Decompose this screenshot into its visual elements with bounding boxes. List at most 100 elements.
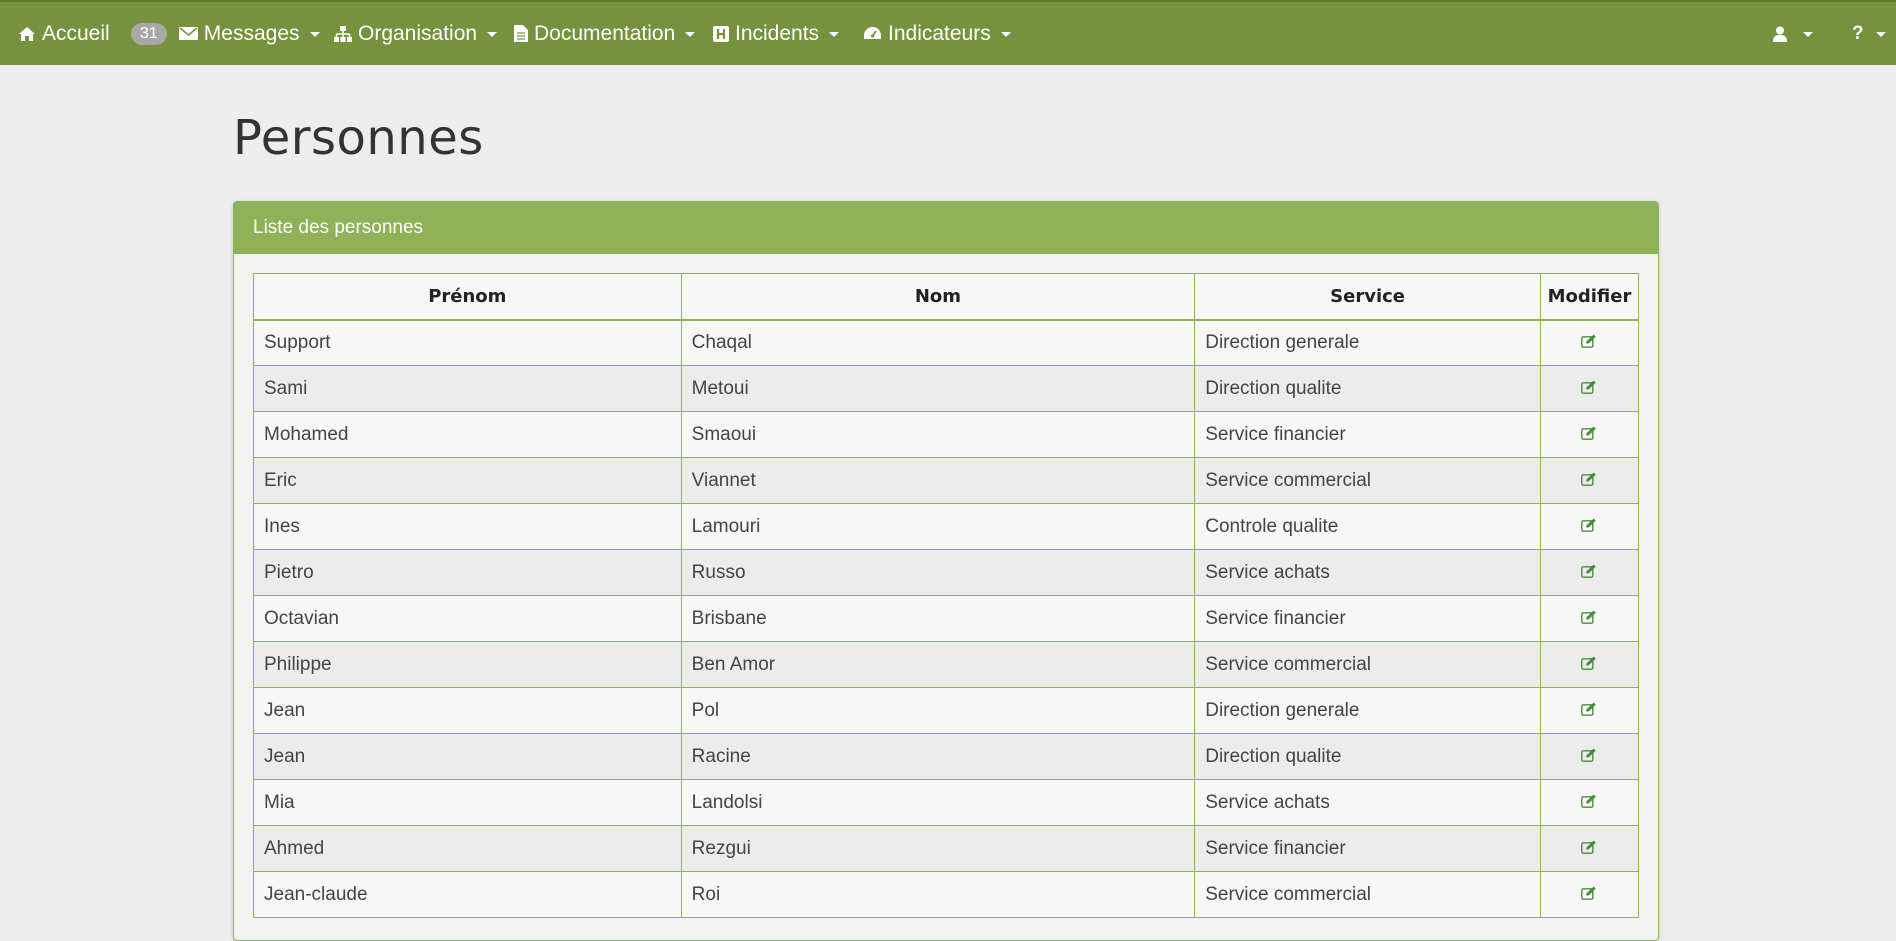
edit-icon[interactable]	[1581, 884, 1597, 906]
messages-count-badge: 31	[131, 22, 167, 45]
edit-icon[interactable]	[1581, 654, 1597, 676]
cell-prenom: Philippe	[253, 641, 682, 688]
home-icon	[19, 26, 35, 41]
edit-icon[interactable]	[1581, 562, 1597, 584]
cell-nom: Russo	[680, 549, 1196, 596]
dashboard-icon	[864, 27, 881, 39]
nav-indicateurs[interactable]: Indicateurs	[863, 2, 1011, 65]
cell-nom: Rezgui	[680, 825, 1196, 872]
chevron-down-icon	[309, 32, 320, 37]
nav-documentation-label: Documentation	[534, 21, 676, 45]
table-row: Jean-claude Roi Service commercial	[253, 871, 1640, 918]
cell-prenom: Mohamed	[253, 411, 682, 458]
cell-modifier	[1539, 503, 1640, 550]
chevron-down-icon	[1875, 32, 1886, 37]
nav-incidents[interactable]: Incidents	[713, 2, 840, 65]
cell-modifier	[1539, 779, 1640, 826]
cell-prenom: Mia	[253, 779, 682, 826]
table-row: Mohamed Smaoui Service financier	[253, 411, 1640, 458]
cell-modifier	[1539, 319, 1640, 366]
chevron-down-icon	[1803, 32, 1813, 37]
table-row: Jean Pol Direction generale	[253, 687, 1640, 734]
column-header-service[interactable]: Service	[1194, 273, 1541, 321]
cell-modifier	[1539, 457, 1640, 504]
cell-nom: Landolsi	[680, 779, 1196, 826]
cell-modifier	[1539, 641, 1640, 688]
chevron-down-icon	[487, 32, 498, 37]
edit-icon[interactable]	[1581, 792, 1597, 814]
nav-help-menu[interactable]: ?	[1852, 2, 1886, 65]
cell-nom: Lamouri	[680, 503, 1196, 550]
cell-prenom: Ahmed	[253, 825, 682, 872]
cell-modifier	[1539, 825, 1640, 872]
panel-heading: Liste des personnes	[234, 202, 1658, 254]
table-row: Sami Metoui Direction qualite	[253, 365, 1640, 412]
cell-modifier	[1539, 871, 1640, 918]
persons-table: Prénom Nom Service Modifier Support Chaqa…	[253, 273, 1640, 918]
question-icon: ?	[1852, 22, 1864, 44]
cell-prenom: Sami	[253, 365, 682, 412]
edit-icon[interactable]	[1581, 378, 1597, 400]
edit-icon[interactable]	[1581, 608, 1597, 630]
cell-nom: Smaoui	[680, 411, 1196, 458]
nav-organisation[interactable]: Organisation	[334, 2, 498, 65]
cell-prenom: Jean	[253, 733, 682, 780]
cell-prenom: Eric	[253, 457, 682, 504]
cell-service: Service achats	[1194, 549, 1541, 596]
edit-icon[interactable]	[1581, 838, 1597, 860]
sitemap-icon	[334, 25, 352, 42]
nav-messages[interactable]: 31 Messages	[131, 2, 320, 65]
cell-nom: Brisbane	[680, 595, 1196, 642]
cell-service: Direction qualite	[1194, 733, 1541, 780]
table-row: Ines Lamouri Controle qualite	[253, 503, 1640, 550]
cell-service: Service financier	[1194, 411, 1541, 458]
chevron-down-icon	[829, 32, 840, 37]
cell-service: Service achats	[1194, 779, 1541, 826]
table-row: Support Chaqal Direction generale	[253, 319, 1640, 366]
table-row: Eric Viannet Service commercial	[253, 457, 1640, 504]
cell-nom: Metoui	[680, 365, 1196, 412]
user-icon	[1773, 26, 1787, 42]
nav-organisation-label: Organisation	[358, 21, 478, 45]
cell-nom: Viannet	[680, 457, 1196, 504]
chevron-down-icon	[685, 32, 696, 37]
nav-documentation[interactable]: Documentation	[514, 2, 696, 65]
cell-nom: Racine	[680, 733, 1196, 780]
table-row: Philippe Ben Amor Service commercial	[253, 641, 1640, 688]
cell-prenom: Jean-claude	[253, 871, 682, 918]
hospital-icon	[713, 25, 729, 42]
cell-modifier	[1539, 733, 1640, 780]
nav-home[interactable]: Accueil	[18, 2, 110, 65]
nav-indicateurs-label: Indicateurs	[888, 21, 991, 45]
top-navbar: Accueil 31 Messages Organisation Documen…	[0, 0, 1896, 65]
chevron-down-icon	[1000, 32, 1011, 37]
table-row: Ahmed Rezgui Service financier	[253, 825, 1640, 872]
envelope-icon	[178, 27, 198, 40]
edit-icon[interactable]	[1581, 332, 1597, 354]
cell-modifier	[1539, 687, 1640, 734]
nav-incidents-label: Incidents	[735, 21, 820, 45]
edit-icon[interactable]	[1581, 516, 1597, 538]
cell-prenom: Support	[253, 319, 682, 366]
column-header-prenom[interactable]: Prénom	[253, 273, 682, 321]
edit-icon[interactable]	[1581, 470, 1597, 492]
cell-modifier	[1539, 365, 1640, 412]
edit-icon[interactable]	[1581, 424, 1597, 446]
edit-icon[interactable]	[1581, 700, 1597, 722]
cell-prenom: Jean	[253, 687, 682, 734]
table-row: Jean Racine Direction qualite	[253, 733, 1640, 780]
cell-nom: Pol	[680, 687, 1196, 734]
cell-service: Direction generale	[1194, 319, 1541, 366]
cell-modifier	[1539, 549, 1640, 596]
persons-panel: Liste des personnes Prénom Nom Service M…	[233, 201, 1659, 941]
nav-home-label: Accueil	[42, 21, 110, 45]
column-header-nom[interactable]: Nom	[680, 273, 1196, 321]
table-header-row: Prénom Nom Service Modifier	[253, 273, 1640, 321]
file-icon	[514, 25, 528, 42]
nav-user-menu[interactable]	[1773, 2, 1813, 65]
cell-service: Service financier	[1194, 825, 1541, 872]
edit-icon[interactable]	[1581, 746, 1597, 768]
cell-service: Service commercial	[1194, 457, 1541, 504]
cell-service: Service financier	[1194, 595, 1541, 642]
cell-service: Direction generale	[1194, 687, 1541, 734]
